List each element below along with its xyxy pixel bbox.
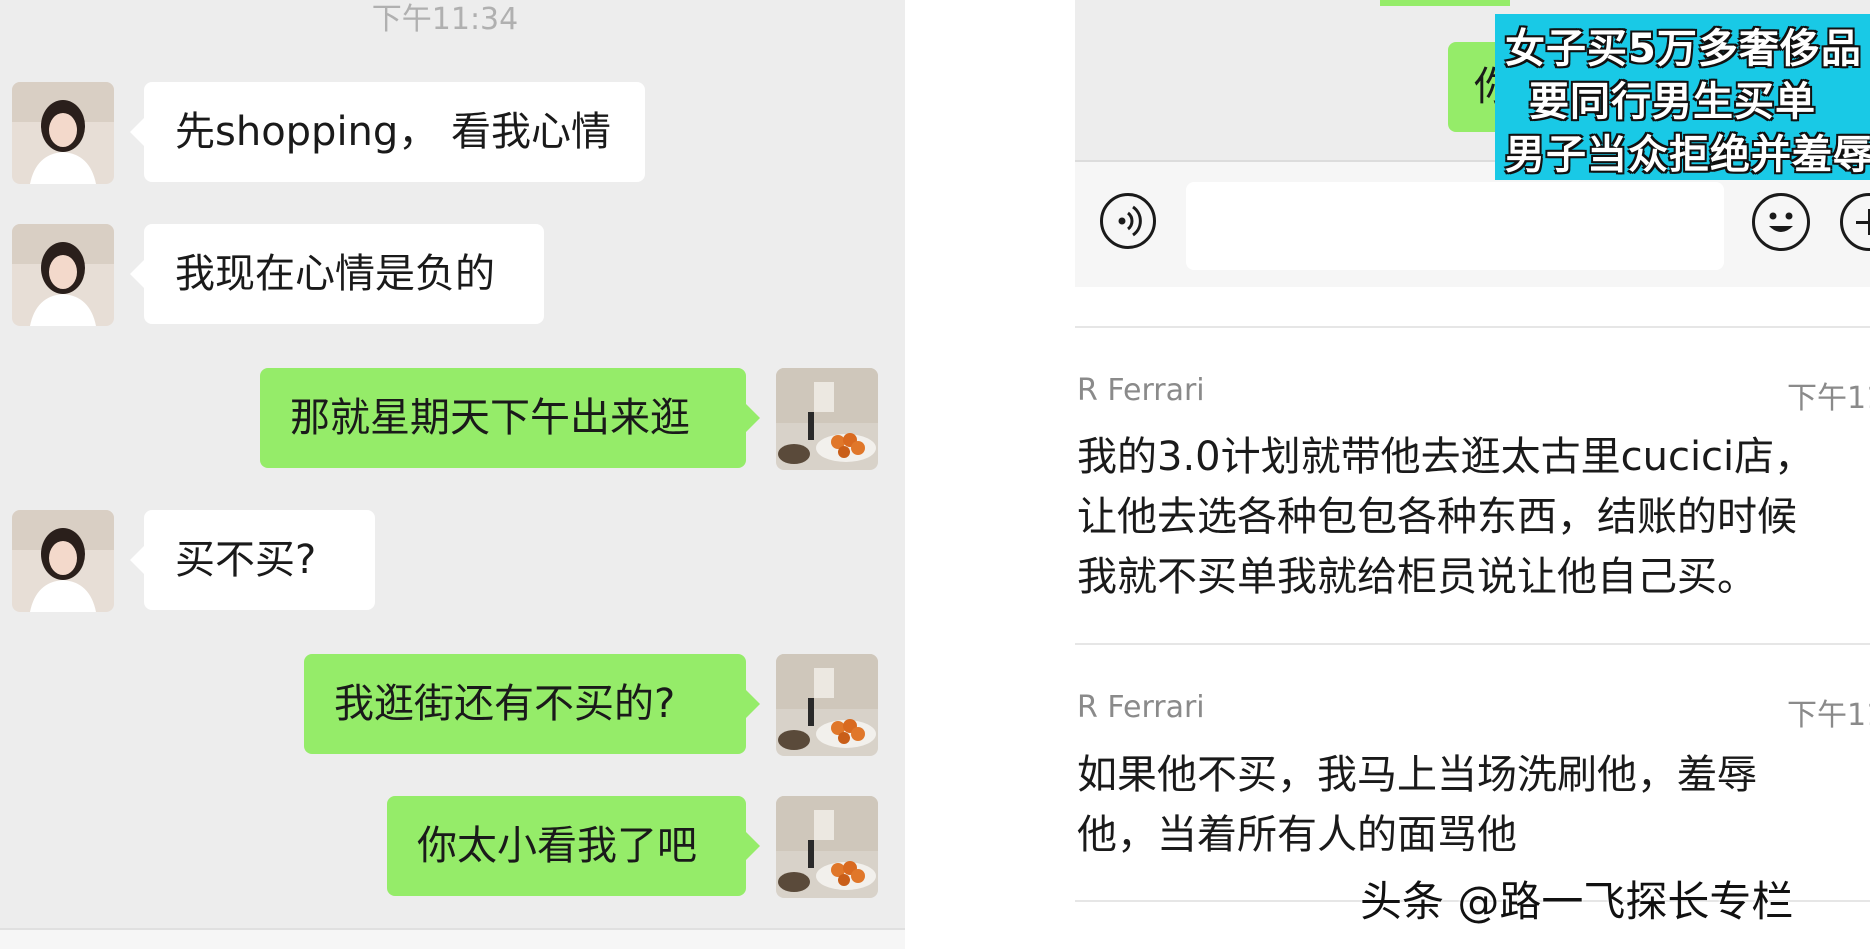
contact-avatar[interactable] (12, 82, 114, 184)
avatar-woman-icon (12, 82, 114, 184)
contact-avatar[interactable] (12, 510, 114, 612)
avatar-food-icon (776, 796, 878, 898)
avatar-woman-icon (12, 224, 114, 326)
emoji-button[interactable] (1752, 193, 1810, 251)
message-bubble-incoming[interactable]: 我现在心情是负的 (130, 224, 544, 324)
message-bubble-outgoing[interactable]: 我逛街还有不买的? (304, 654, 760, 754)
user-avatar[interactable] (776, 368, 878, 470)
caption-line: 要同行男生买单 (1529, 79, 1816, 125)
comment-text-line: 我就不买单我就给柜员说让他自己买。 (1077, 554, 1757, 600)
comment-text-line: 如果他不买，我马上当场洗刷他，羞辱 (1077, 752, 1757, 798)
message-bubble-incoming[interactable]: 买不买? (130, 510, 375, 610)
caption-line: 男子当众拒绝并羞辱 (1505, 132, 1870, 178)
divider (1075, 643, 1870, 645)
comment-text-line: 我的3.0计划就带他去逛太古里cucici店， (1077, 434, 1815, 480)
caption-line: 女子买5万多奢侈品 (1505, 26, 1862, 72)
message-bubble-outgoing[interactable]: 那就星期天下午出来逛 (260, 368, 760, 468)
separator-gap (905, 0, 1075, 949)
avatar-food-icon (776, 654, 878, 756)
avatar-food-icon (776, 368, 878, 470)
contact-avatar[interactable] (12, 224, 114, 326)
comment-author[interactable]: R Ferrari (1077, 373, 1205, 408)
comment-text-line: 让他去选各种包包各种东西，结账的时候 (1077, 494, 1797, 540)
comment-time: 下午11 (1787, 381, 1870, 416)
user-avatar[interactable] (776, 654, 878, 756)
message-bubble-incoming[interactable]: 先shopping， 看我心情 (130, 82, 645, 182)
user-avatar[interactable] (776, 796, 878, 898)
comment-text-line: 他，当着所有人的面骂他 (1077, 812, 1517, 858)
comment-author[interactable]: R Ferrari (1077, 690, 1205, 725)
voice-button[interactable] (1100, 193, 1156, 249)
avatar-woman-icon (12, 510, 114, 612)
voice-icon (1118, 205, 1142, 237)
message-input[interactable] (1186, 182, 1724, 270)
partial-bubble-outgoing (1380, 0, 1510, 6)
message-bubble-outgoing[interactable]: 你太小看我了吧 (387, 796, 760, 896)
watermark: 头条 @路一飞探长专栏 (1360, 877, 1794, 926)
chat-timestamp: 下午11:34 (371, 2, 519, 37)
chat-pane: 下午11:34 先shopping， 看我心情 我现在心情是负的 那就星期天下午… (0, 0, 905, 949)
comment-time: 下午11 (1787, 698, 1870, 733)
emoji-icon (1769, 212, 1793, 232)
divider (1075, 326, 1870, 328)
video-caption: 女子买5万多奢侈品 要同行男生买单 男子当众拒绝并羞辱 (1495, 14, 1870, 180)
chat-bottom-bar (0, 928, 905, 949)
